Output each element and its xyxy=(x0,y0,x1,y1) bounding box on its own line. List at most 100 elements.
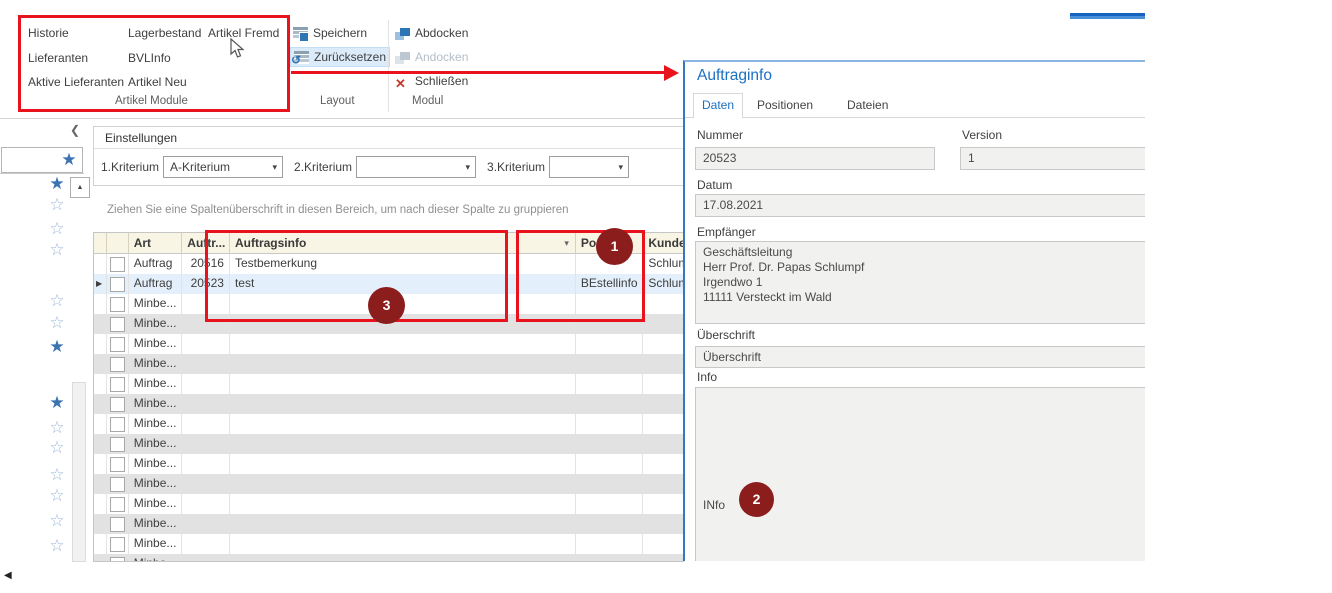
grid-header-kunde[interactable]: Kunde xyxy=(643,233,683,254)
collapse-chevron-icon[interactable]: ❮ xyxy=(70,123,80,137)
ueberschrift-field[interactable]: Überschrift xyxy=(695,346,1145,368)
cell-auftragsinfo xyxy=(230,534,576,554)
checkbox[interactable] xyxy=(110,297,125,312)
cell-auftrag xyxy=(182,494,230,514)
criterium3-dropdown[interactable]: ▾ xyxy=(549,156,629,178)
row-checkbox[interactable] xyxy=(107,294,129,314)
checkbox[interactable] xyxy=(110,457,125,472)
close-module-button[interactable]: ✕Schließen xyxy=(395,72,468,90)
star-icon[interactable]: ★ xyxy=(58,151,80,168)
info-field[interactable]: INfo xyxy=(695,387,1145,561)
grid-header-art[interactable]: Art xyxy=(129,233,183,254)
row-indicator xyxy=(94,474,107,494)
table-row[interactable]: Minbe... xyxy=(94,534,683,554)
row-checkbox[interactable] xyxy=(107,494,129,514)
checkbox[interactable] xyxy=(110,377,125,392)
dock-button: Andocken xyxy=(395,48,468,66)
tab-positionen[interactable]: Positionen xyxy=(757,98,813,112)
row-indicator xyxy=(94,434,107,454)
checkbox[interactable] xyxy=(110,317,125,332)
table-row[interactable]: Minbe... xyxy=(94,334,683,354)
cell-posinfo xyxy=(576,414,643,434)
criterium1-dropdown[interactable]: A-Kriterium ▾ xyxy=(163,156,283,178)
checkbox[interactable] xyxy=(110,537,125,552)
star-icon[interactable]: ★ xyxy=(46,175,68,192)
checkbox[interactable] xyxy=(110,517,125,532)
close-icon: ✕ xyxy=(395,75,406,93)
tab-daten[interactable]: Daten xyxy=(693,93,743,118)
star-outline-icon[interactable]: ☆ xyxy=(46,466,68,483)
star-outline-icon[interactable]: ☆ xyxy=(46,439,68,456)
table-row[interactable]: Minbe... xyxy=(94,474,683,494)
row-checkbox[interactable] xyxy=(107,374,129,394)
star-outline-icon[interactable]: ☆ xyxy=(46,196,68,213)
row-checkbox[interactable] xyxy=(107,554,129,562)
table-row[interactable]: Minbe... xyxy=(94,514,683,534)
star-outline-icon[interactable]: ☆ xyxy=(46,241,68,258)
save-button[interactable]: Speichern xyxy=(293,24,367,42)
criterium2-dropdown[interactable]: ▾ xyxy=(356,156,476,178)
table-row[interactable]: Minbe... xyxy=(94,374,683,394)
reset-button[interactable]: ↺Zurücksetzen xyxy=(290,47,390,67)
row-checkbox[interactable] xyxy=(107,254,129,274)
row-indicator xyxy=(94,334,107,354)
star-outline-icon[interactable]: ☆ xyxy=(46,419,68,436)
checkbox[interactable] xyxy=(110,437,125,452)
row-checkbox[interactable] xyxy=(107,334,129,354)
table-row[interactable]: Minbe... xyxy=(94,434,683,454)
star-outline-icon[interactable]: ☆ xyxy=(46,487,68,504)
ueberschrift-label: Überschrift xyxy=(697,328,755,342)
checkbox[interactable] xyxy=(110,337,125,352)
scroll-up-button[interactable]: ▲ xyxy=(70,177,90,198)
tab-dateien[interactable]: Dateien xyxy=(847,98,888,112)
chevron-down-icon: ▾ xyxy=(466,162,471,172)
row-checkbox[interactable] xyxy=(107,274,129,294)
sidebar-scrollbar[interactable] xyxy=(72,382,86,562)
undock-button[interactable]: Abdocken xyxy=(395,24,468,42)
star-outline-icon[interactable]: ☆ xyxy=(46,292,68,309)
star-outline-icon[interactable]: ☆ xyxy=(46,314,68,331)
row-checkbox[interactable] xyxy=(107,534,129,554)
row-checkbox[interactable] xyxy=(107,514,129,534)
row-checkbox[interactable] xyxy=(107,414,129,434)
row-indicator xyxy=(94,354,107,374)
cell-auftragsinfo xyxy=(230,554,576,562)
table-row[interactable]: Minbe... xyxy=(94,494,683,514)
table-row[interactable]: Minbe... xyxy=(94,554,683,562)
checkbox[interactable] xyxy=(110,257,125,272)
datum-field[interactable]: 17.08.2021 xyxy=(695,194,1145,217)
checkbox[interactable] xyxy=(110,557,125,562)
row-checkbox[interactable] xyxy=(107,454,129,474)
row-checkbox[interactable] xyxy=(107,314,129,334)
criterium3-label: 3.Kriterium xyxy=(487,160,545,174)
mouse-cursor xyxy=(230,38,245,59)
star-filled-icon[interactable]: ★ xyxy=(46,338,68,355)
nummer-field[interactable]: 20523 xyxy=(695,147,935,170)
checkbox[interactable] xyxy=(110,277,125,292)
checkbox[interactable] xyxy=(110,477,125,492)
cell-art: Minbe... xyxy=(129,474,183,494)
empfaenger-field[interactable]: Geschäftsleitung Herr Prof. Dr. Papas Sc… xyxy=(695,241,1145,324)
cell-kunde xyxy=(643,374,683,394)
table-row[interactable]: Minbe... xyxy=(94,354,683,374)
hscroll-left-arrow-icon[interactable]: ◀ xyxy=(4,570,12,581)
checkbox[interactable] xyxy=(110,417,125,432)
checkbox[interactable] xyxy=(110,397,125,412)
table-row[interactable]: Minbe... xyxy=(94,454,683,474)
star-outline-icon[interactable]: ☆ xyxy=(46,537,68,554)
favorite-filter-box[interactable]: ★ xyxy=(1,147,83,173)
star-outline-icon[interactable]: ☆ xyxy=(46,512,68,529)
row-checkbox[interactable] xyxy=(107,474,129,494)
cell-posinfo xyxy=(576,434,643,454)
criteria-row: 1.Kriterium A-Kriterium ▾ 2.Kriterium ▾ … xyxy=(101,149,679,185)
table-row[interactable]: Minbe... xyxy=(94,394,683,414)
row-checkbox[interactable] xyxy=(107,354,129,374)
checkbox[interactable] xyxy=(110,497,125,512)
version-field[interactable]: 1 xyxy=(960,147,1145,170)
star-filled-icon[interactable]: ★ xyxy=(46,394,68,411)
star-outline-icon[interactable]: ☆ xyxy=(46,220,68,237)
row-checkbox[interactable] xyxy=(107,394,129,414)
checkbox[interactable] xyxy=(110,357,125,372)
row-checkbox[interactable] xyxy=(107,434,129,454)
table-row[interactable]: Minbe... xyxy=(94,414,683,434)
